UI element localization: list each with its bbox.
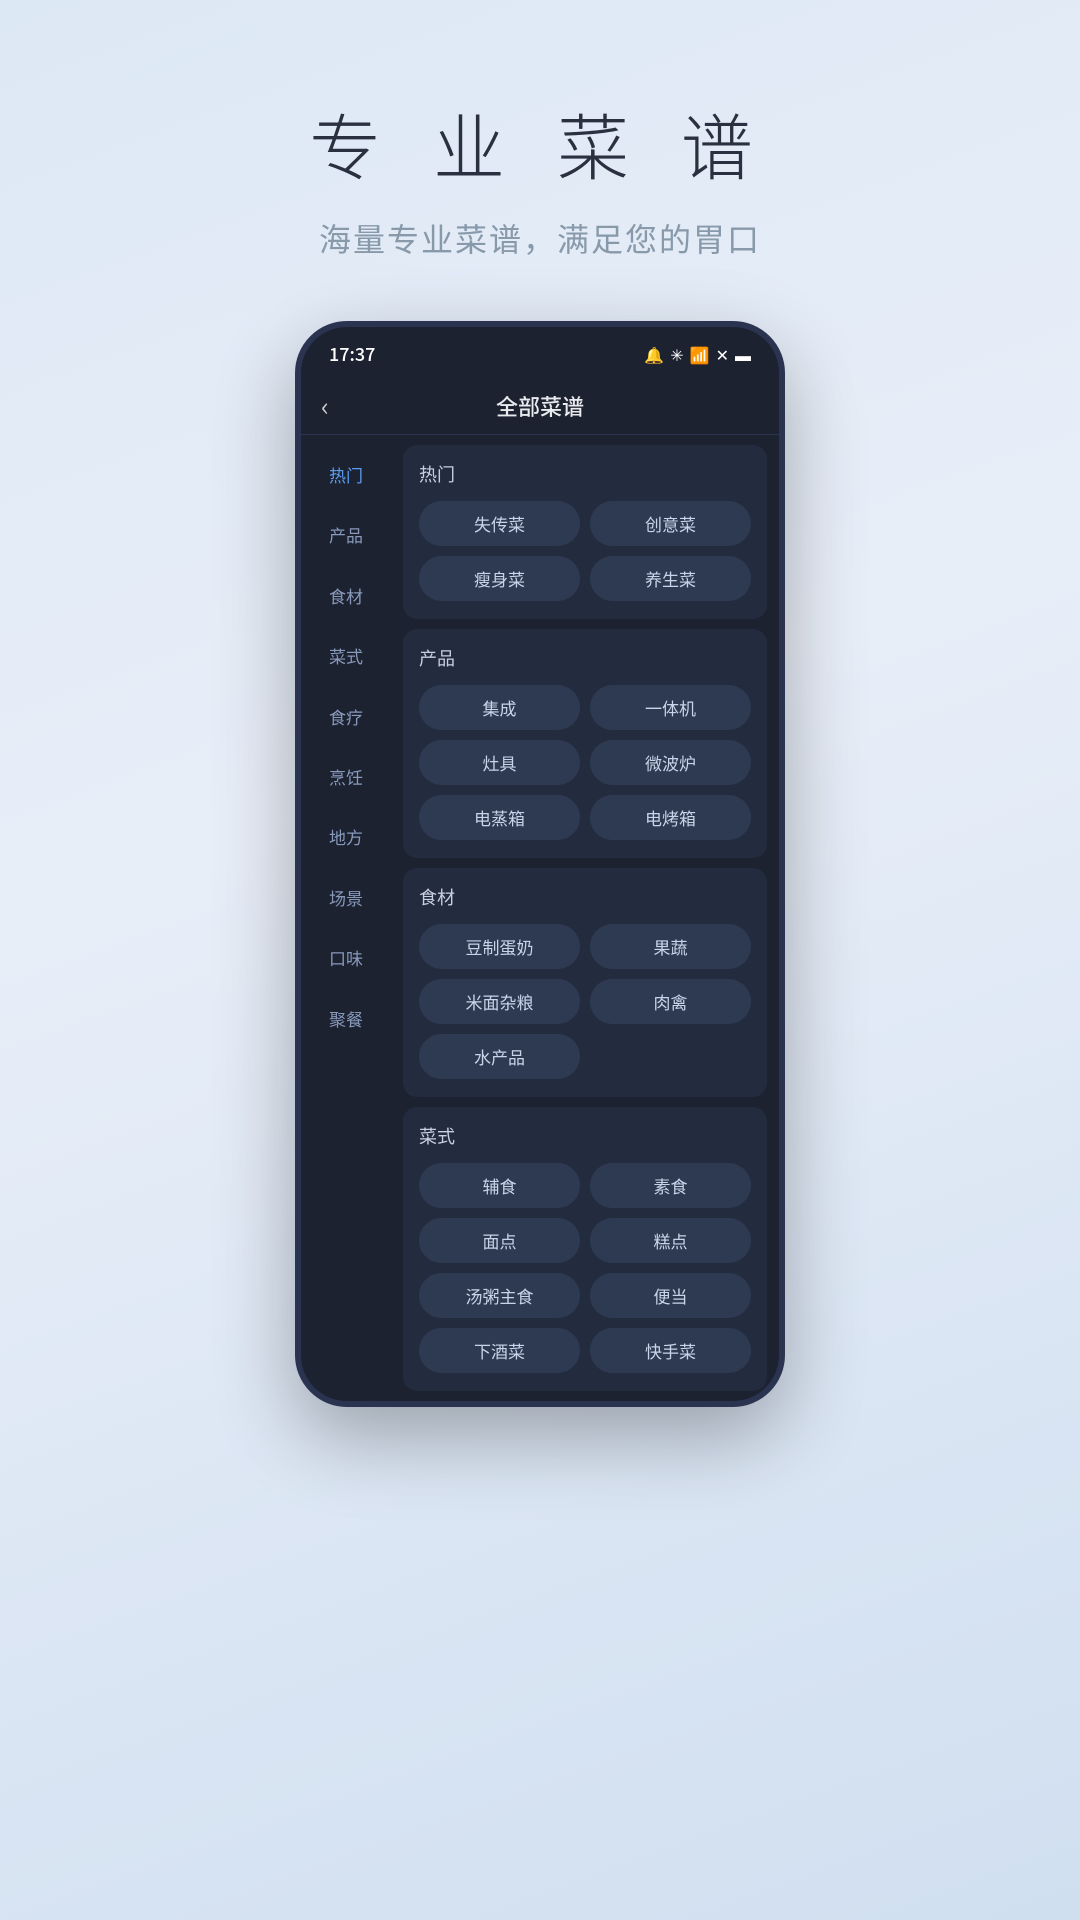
tag-btn-3-1[interactable]: 素食	[590, 1163, 751, 1208]
page-header: 专 业 菜 谱 海量专业菜谱，满足您的胃口	[309, 90, 771, 261]
tag-btn-3-4[interactable]: 汤粥主食	[419, 1273, 580, 1318]
tag-btn-2-1[interactable]: 果蔬	[590, 924, 751, 969]
category-label-3: 菜式	[419, 1123, 751, 1149]
sidebar-item-3[interactable]: 菜式	[301, 626, 391, 686]
bluetooth-icon: ✳	[670, 342, 683, 366]
content-area: 热门失传菜创意菜瘦身菜养生菜产品集成一体机灶具微波炉电蒸箱电烤箱食材豆制蛋奶果蔬…	[391, 435, 779, 1401]
status-bar: 17:37 🔔 ✳ 📶 ✕ ▬	[301, 327, 779, 377]
tags-grid-3: 辅食素食面点糕点汤粥主食便当下酒菜快手菜	[419, 1163, 751, 1373]
sidebar-item-1[interactable]: 产品	[301, 505, 391, 565]
sidebar-item-0[interactable]: 热门	[301, 445, 391, 505]
tags-grid-1: 集成一体机灶具微波炉电蒸箱电烤箱	[419, 685, 751, 840]
tag-btn-0-1[interactable]: 创意菜	[590, 501, 751, 546]
status-time: 17:37	[329, 341, 375, 367]
tag-btn-2-4[interactable]: 水产品	[419, 1034, 580, 1079]
nav-title: 全部菜谱	[361, 390, 719, 422]
category-label-0: 热门	[419, 461, 751, 487]
category-card-3: 菜式辅食素食面点糕点汤粥主食便当下酒菜快手菜	[403, 1107, 767, 1391]
tag-btn-3-2[interactable]: 面点	[419, 1218, 580, 1263]
top-nav: ‹ 全部菜谱	[301, 377, 779, 435]
phone-mockup: 17:37 🔔 ✳ 📶 ✕ ▬ ‹ 全部菜谱 热门产品食材菜式食疗烹饪地方场景口…	[295, 321, 785, 1407]
main-content: 热门产品食材菜式食疗烹饪地方场景口味聚餐 热门失传菜创意菜瘦身菜养生菜产品集成一…	[301, 435, 779, 1401]
bell-icon: 🔔	[644, 342, 664, 366]
battery-icon: ▬	[735, 342, 751, 366]
sidebar-item-5[interactable]: 烹饪	[301, 747, 391, 807]
page-title: 专 业 菜 谱	[309, 90, 771, 195]
tag-btn-0-0[interactable]: 失传菜	[419, 501, 580, 546]
tag-btn-1-2[interactable]: 灶具	[419, 740, 580, 785]
sidebar-item-4[interactable]: 食疗	[301, 687, 391, 747]
tag-btn-0-3[interactable]: 养生菜	[590, 556, 751, 601]
tag-btn-1-0[interactable]: 集成	[419, 685, 580, 730]
status-icons: 🔔 ✳ 📶 ✕ ▬	[644, 342, 751, 366]
tag-btn-0-2[interactable]: 瘦身菜	[419, 556, 580, 601]
sidebar-item-2[interactable]: 食材	[301, 566, 391, 626]
wifi-icon: 📶	[690, 342, 710, 366]
sidebar-item-8[interactable]: 口味	[301, 928, 391, 988]
sidebar-item-6[interactable]: 地方	[301, 807, 391, 867]
tag-btn-1-5[interactable]: 电烤箱	[590, 795, 751, 840]
close-icon: ✕	[716, 342, 729, 366]
tag-btn-2-3[interactable]: 肉禽	[590, 979, 751, 1024]
tag-btn-1-1[interactable]: 一体机	[590, 685, 751, 730]
back-button[interactable]: ‹	[321, 387, 361, 424]
category-card-1: 产品集成一体机灶具微波炉电蒸箱电烤箱	[403, 629, 767, 858]
tag-btn-3-6[interactable]: 下酒菜	[419, 1328, 580, 1373]
tag-btn-3-0[interactable]: 辅食	[419, 1163, 580, 1208]
tag-btn-2-2[interactable]: 米面杂粮	[419, 979, 580, 1024]
tag-btn-1-4[interactable]: 电蒸箱	[419, 795, 580, 840]
tag-btn-2-0[interactable]: 豆制蛋奶	[419, 924, 580, 969]
category-label-2: 食材	[419, 884, 751, 910]
tags-grid-0: 失传菜创意菜瘦身菜养生菜	[419, 501, 751, 601]
tag-btn-3-7[interactable]: 快手菜	[590, 1328, 751, 1373]
page-subtitle: 海量专业菜谱，满足您的胃口	[309, 215, 771, 261]
category-card-0: 热门失传菜创意菜瘦身菜养生菜	[403, 445, 767, 619]
tags-grid-2: 豆制蛋奶果蔬米面杂粮肉禽水产品	[419, 924, 751, 1079]
category-card-2: 食材豆制蛋奶果蔬米面杂粮肉禽水产品	[403, 868, 767, 1097]
sidebar: 热门产品食材菜式食疗烹饪地方场景口味聚餐	[301, 435, 391, 1401]
tag-btn-3-3[interactable]: 糕点	[590, 1218, 751, 1263]
sidebar-item-7[interactable]: 场景	[301, 868, 391, 928]
tag-btn-1-3[interactable]: 微波炉	[590, 740, 751, 785]
tag-btn-3-5[interactable]: 便当	[590, 1273, 751, 1318]
category-label-1: 产品	[419, 645, 751, 671]
sidebar-item-9[interactable]: 聚餐	[301, 989, 391, 1049]
